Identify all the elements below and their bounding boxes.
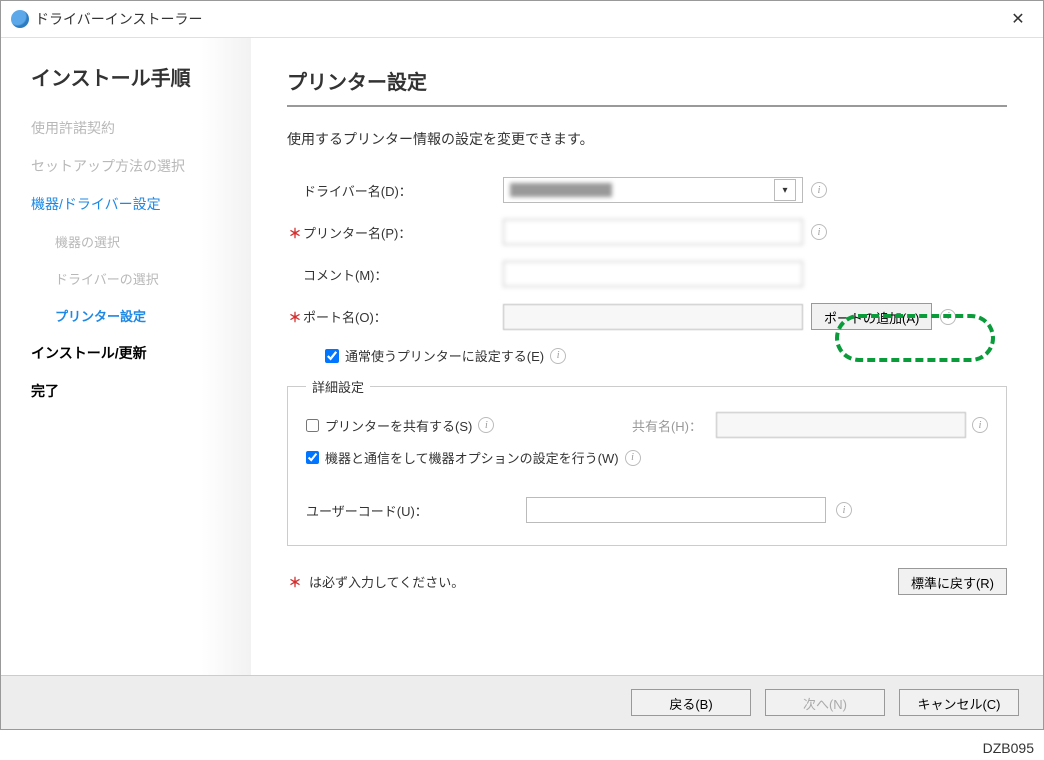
reset-button[interactable]: 標準に戻す(R) <box>898 568 1007 595</box>
driver-select[interactable]: ████████████ ▾ <box>503 177 803 203</box>
sidebar-heading: インストール手順 <box>1 62 251 109</box>
default-printer-checkbox[interactable] <box>325 349 339 363</box>
driver-value: ████████████ <box>510 183 774 197</box>
printer-name-row: ＊ プリンター名(P)： i <box>287 219 1007 245</box>
device-comm-row: 機器と通信をして機器オプションの設定を行う(W) i <box>306 448 988 467</box>
nav-install-update[interactable]: インストール/更新 <box>31 334 227 372</box>
usercode-label: ユーザーコード(U)： <box>306 501 428 520</box>
usercode-row: ユーザーコード(U)： i <box>306 497 988 523</box>
default-printer-label: 通常使うプリンターに設定する(E) <box>345 346 544 365</box>
device-comm-label: 機器と通信をして機器オプションの設定を行う(W) <box>325 448 619 467</box>
share-row: プリンターを共有する(S) i 共有名(H)： i <box>306 412 988 438</box>
chevron-down-icon: ▾ <box>774 179 796 201</box>
footer: 戻る(B) 次へ(N) キャンセル(C) <box>1 675 1043 729</box>
share-name-label: 共有名(H)： <box>632 416 702 435</box>
titlebar: ドライバーインストーラー ✕ <box>1 1 1043 38</box>
port-row: ＊ ポート名(O)： ポートの追加(A) i <box>287 303 1007 330</box>
port-input[interactable] <box>503 304 803 330</box>
required-mark: ＊ <box>287 572 303 591</box>
page-title: プリンター設定 <box>287 66 1007 95</box>
sidebar: インストール手順 使用許諾契約 セットアップ方法の選択 機器/ドライバー設定 機… <box>1 38 251 676</box>
nav-device-select[interactable]: 機器の選択 <box>31 223 227 260</box>
close-button[interactable]: ✕ <box>1003 7 1033 31</box>
nav-setup-method[interactable]: セットアップ方法の選択 <box>31 147 227 185</box>
required-note: は必ず入力してください。 <box>309 572 464 591</box>
nav-device-driver[interactable]: 機器/ドライバー設定 <box>31 185 227 223</box>
next-button[interactable]: 次へ(N) <box>765 689 885 716</box>
info-icon[interactable]: i <box>940 309 956 325</box>
info-icon[interactable]: i <box>972 417 988 433</box>
info-icon[interactable]: i <box>811 224 827 240</box>
info-icon[interactable]: i <box>478 417 494 433</box>
nav-printer-settings[interactable]: プリンター設定 <box>31 297 227 334</box>
comment-label: コメント(M)： <box>303 265 388 284</box>
window-title: ドライバーインストーラー <box>35 9 202 29</box>
page-description: 使用するプリンター情報の設定を変更できます。 <box>287 129 1007 149</box>
port-label: ポート名(O)： <box>303 307 387 326</box>
default-printer-row: 通常使うプリンターに設定する(E) i <box>325 346 1007 365</box>
printer-name-label: プリンター名(P)： <box>303 223 411 242</box>
required-mark: ＊ <box>287 307 303 326</box>
installer-window: ドライバーインストーラー ✕ インストール手順 使用許諾契約 セットアップ方法の… <box>0 0 1044 730</box>
info-icon[interactable]: i <box>836 502 852 518</box>
nav-driver-select[interactable]: ドライバーの選択 <box>31 260 227 297</box>
share-name-input[interactable] <box>716 412 966 438</box>
printer-name-input[interactable] <box>503 219 803 245</box>
usercode-input[interactable] <box>526 497 826 523</box>
fieldset-title: 詳細設定 <box>306 377 370 396</box>
nav-license[interactable]: 使用許諾契約 <box>31 109 227 147</box>
comment-row: コメント(M)： i <box>287 261 1007 287</box>
image-caption: DZB095 <box>0 740 1044 756</box>
back-button[interactable]: 戻る(B) <box>631 689 751 716</box>
advanced-fieldset: 詳細設定 プリンターを共有する(S) i 共有名(H)： i 機器と通信をして機… <box>287 377 1007 546</box>
add-port-button[interactable]: ポートの追加(A) <box>811 303 932 330</box>
divider <box>287 105 1007 107</box>
info-icon[interactable]: i <box>811 182 827 198</box>
share-printer-label: プリンターを共有する(S) <box>325 416 472 435</box>
driver-row: ドライバー名(D)： ████████████ ▾ i <box>287 177 1007 203</box>
share-printer-checkbox[interactable] <box>306 419 319 432</box>
comment-input[interactable] <box>503 261 803 287</box>
nav-complete[interactable]: 完了 <box>31 372 227 410</box>
driver-label: ドライバー名(D)： <box>303 181 412 200</box>
nav-list: 使用許諾契約 セットアップ方法の選択 機器/ドライバー設定 機器の選択 ドライバ… <box>1 109 251 410</box>
main-panel: プリンター設定 使用するプリンター情報の設定を変更できます。 ドライバー名(D)… <box>251 38 1043 676</box>
device-comm-checkbox[interactable] <box>306 451 319 464</box>
bottom-note: ＊ は必ず入力してください。 標準に戻す(R) <box>287 568 1007 595</box>
required-mark: ＊ <box>287 223 303 242</box>
cancel-button[interactable]: キャンセル(C) <box>899 689 1019 716</box>
info-icon[interactable]: i <box>550 348 566 364</box>
info-icon[interactable]: i <box>625 450 641 466</box>
app-icon <box>11 10 29 28</box>
